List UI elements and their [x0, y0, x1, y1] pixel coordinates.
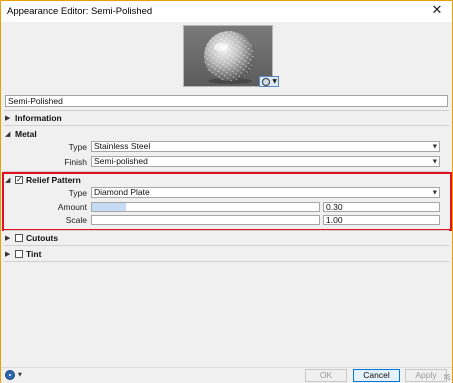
expand-arrow-icon[interactable]: ▶: [5, 112, 13, 124]
chevron-down-icon: ▼: [272, 78, 277, 85]
divider: [4, 245, 449, 246]
help-icon: [5, 370, 15, 380]
section-label: Information: [15, 113, 62, 123]
chevron-down-icon: ▼: [432, 144, 437, 150]
collapse-arrow-icon[interactable]: ◢: [5, 128, 13, 140]
ok-button[interactable]: OK: [305, 369, 347, 382]
metal-finish-label: Finish: [64, 157, 87, 167]
appearance-name-field[interactable]: Semi-Polished: [5, 95, 448, 107]
section-information[interactable]: ▶ Information: [5, 112, 125, 124]
metal-finish-dropdown[interactable]: Semi-polished ▼: [91, 156, 440, 167]
highlight-annotation: [2, 172, 452, 231]
title-bar: Appearance Editor: Semi-Polished ✕: [1, 1, 452, 22]
divider: [4, 261, 449, 262]
section-tint[interactable]: ▶ Tint: [5, 248, 125, 260]
section-label: Metal: [15, 129, 37, 139]
cutouts-checkbox[interactable]: [15, 234, 23, 242]
divider: [4, 125, 449, 126]
divider: [4, 110, 449, 111]
close-icon[interactable]: ✕: [428, 2, 446, 20]
metal-type-value: Stainless Steel: [94, 141, 151, 151]
help-button[interactable]: [5, 370, 17, 381]
cancel-button[interactable]: Cancel: [353, 369, 400, 382]
expand-arrow-icon[interactable]: ▶: [5, 232, 13, 244]
section-metal[interactable]: ◢ Metal: [5, 128, 125, 140]
expand-arrow-icon[interactable]: ▶: [5, 248, 13, 260]
magnifier-icon: [262, 78, 270, 86]
chevron-down-icon: ▼: [432, 159, 437, 165]
section-label: Tint: [26, 249, 42, 259]
tint-checkbox[interactable]: [15, 250, 23, 258]
apply-button[interactable]: Apply: [405, 369, 447, 382]
metal-type-dropdown[interactable]: Stainless Steel ▼: [91, 141, 440, 152]
resize-grip[interactable]: [444, 374, 450, 380]
section-cutouts[interactable]: ▶ Cutouts: [5, 232, 125, 244]
appearance-editor-window: Appearance Editor: Semi-Polished ✕ ▼ Sem…: [0, 0, 453, 383]
divider: [4, 230, 449, 231]
section-label: Cutouts: [26, 233, 59, 243]
preview-options-button[interactable]: ▼: [259, 76, 279, 87]
window-title: Appearance Editor: Semi-Polished: [7, 6, 153, 17]
chevron-down-icon[interactable]: ▼: [18, 372, 22, 378]
metal-type-label: Type: [68, 142, 87, 152]
metal-finish-value: Semi-polished: [94, 156, 148, 166]
